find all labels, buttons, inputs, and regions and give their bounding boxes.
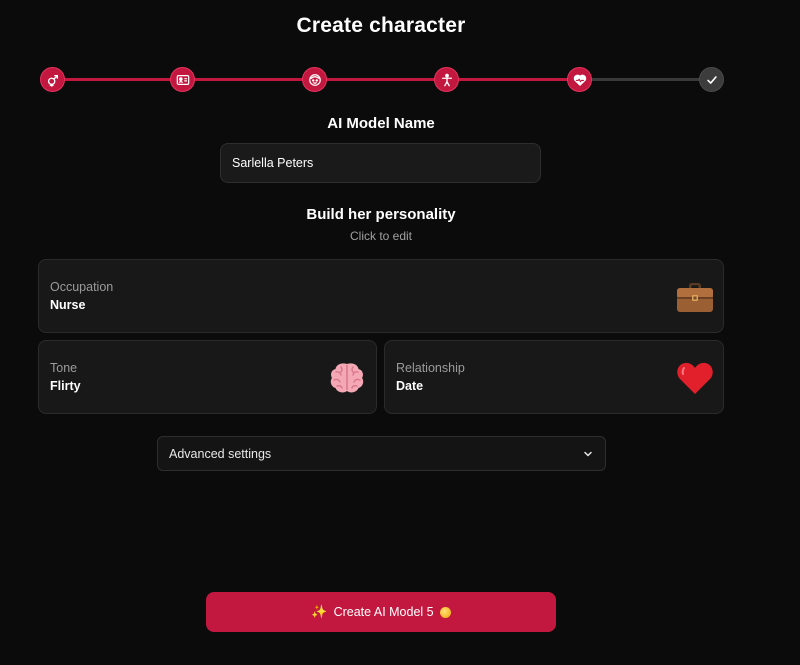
progress-stepper [40, 67, 724, 93]
body-icon [441, 73, 452, 86]
tone-value: Flirty [50, 379, 81, 393]
tone-card[interactable]: Tone Flirty [38, 340, 377, 414]
personality-title: Build her personality [306, 206, 456, 223]
relationship-label: Relationship [396, 361, 465, 375]
step-personality[interactable] [567, 67, 592, 92]
face-icon [308, 73, 321, 86]
model-name-input[interactable] [220, 143, 541, 183]
briefcase-icon [677, 283, 713, 312]
step-body[interactable] [434, 67, 459, 92]
occupation-value: Nurse [50, 298, 86, 312]
relationship-value: Date [396, 379, 424, 393]
gender-icon [47, 74, 58, 87]
create-button-label: Create AI Model 5 [333, 605, 434, 619]
tone-label: Tone [50, 361, 78, 375]
id-card-icon [176, 74, 189, 85]
advanced-settings-label: Advanced settings [169, 446, 272, 461]
stepper-track-remaining [580, 78, 712, 81]
heart-icon [677, 362, 713, 394]
create-ai-model-button[interactable]: ✨ Create AI Model 5 [206, 592, 556, 632]
coin-icon [439, 606, 451, 618]
advanced-settings-dropdown[interactable]: Advanced settings [157, 436, 606, 471]
check-icon [706, 75, 717, 84]
step-gender[interactable] [40, 67, 65, 92]
occupation-card[interactable]: Occupation Nurse [38, 259, 724, 333]
step-face[interactable] [302, 67, 327, 92]
chevron-down-icon [584, 451, 592, 456]
brain-icon [330, 363, 364, 393]
step-id[interactable] [170, 67, 195, 92]
page-title: Create character [296, 14, 466, 37]
heart-pulse-icon [573, 74, 586, 86]
occupation-label: Occupation [50, 280, 114, 294]
sparkles-icon: ✨ [311, 604, 328, 619]
personality-hint: Click to edit [349, 229, 413, 243]
relationship-card[interactable]: Relationship Date [384, 340, 724, 414]
step-finish[interactable] [699, 67, 724, 92]
name-section-label: AI Model Name [327, 115, 435, 132]
create-character-page: Create character AI Model Name Sarlella … [0, 0, 800, 665]
